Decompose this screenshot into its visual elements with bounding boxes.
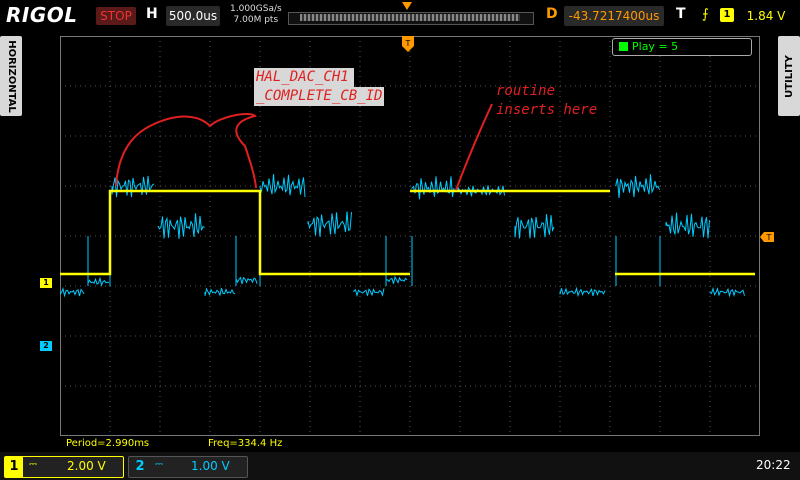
svg-text:T: T [766,233,772,242]
trigger-label: T [676,6,686,22]
rising-edge-icon: ⨍ [702,7,709,22]
ch2-status[interactable]: 2 ⎓ 1.00 V [128,456,248,478]
dc-coupling-icon: ⎓ [155,459,163,470]
utility-menu-tab[interactable]: UTILITY [778,36,800,116]
memory-depth: 7.00M pts [233,15,279,25]
annotation-callback-id: HAL_DAC_CH1 _COMPLETE_CB_ID [254,68,385,106]
acquisition-info: 1.000GSa/s 7.00M pts [230,4,282,26]
trigger-source-badge[interactable]: 1 [720,8,734,22]
ch2-trace-segment [87,276,110,287]
ch2-trace-segment [559,286,606,298]
horizontal-tab-label: HORIZONTAL [5,39,17,113]
annotation-routine-line-2: inserts here [496,102,598,118]
ch2-trace-segment [665,212,710,239]
play-label: Play = 5 [632,40,679,53]
ch2-scale: 1.00 V [191,459,230,473]
horizontal-label: H [146,6,158,22]
annotation-arrow-2 [455,103,493,191]
ch2-trace-segment [353,288,385,298]
trigger-level-marker-icon: T [760,232,774,242]
ch2-trace-segment [60,287,85,298]
annotation-line-1: HAL_DAC_CH1 [254,68,354,87]
ch2-trace-segment [615,174,660,199]
ch2-number: 2 [135,459,145,474]
ch2-trace-segment [385,275,408,284]
ch2-waveform [60,174,745,298]
trigger-position-marker-icon [402,2,412,10]
run-stop-indicator[interactable]: STOP [96,7,136,25]
trigger-time-marker-icon: T [402,36,414,52]
dc-coupling-icon: ⎓ [29,459,37,470]
annotation-arrow-1 [115,113,257,189]
utility-tab-label: UTILITY [783,54,795,98]
play-indicator-icon [619,42,628,51]
ch2-trace-segment [111,175,155,198]
annotation-routine: routine inserts here [496,82,597,120]
ch1-offset-marker[interactable]: 1 [40,278,52,288]
ch1-status[interactable]: 1 ⎓ 2.00 V [4,456,124,478]
annotation-routine-line-1: routine [496,83,556,99]
annotation-line-2: _COMPLETE_CB_ID [254,87,385,106]
ch2-trace-segment [235,276,258,285]
delay-value[interactable]: -43.7217400us [564,6,664,26]
svg-text:T: T [405,39,411,48]
graticule [60,36,760,436]
delay-label: D [546,6,558,22]
ch2-trace-segment [259,174,306,198]
timebase-value[interactable]: 500.0us [166,6,220,26]
trigger-level-value[interactable]: 1.84 V [740,6,792,26]
brand-logo: RIGOL [6,3,78,27]
period-measurement: Period=2.990ms [66,438,150,449]
ch2-trace-segment [307,211,352,237]
clock: 20:22 [756,458,791,472]
frequency-measurement: Freq=334.4 Hz [208,438,283,449]
ch2-trace-segment [514,214,555,239]
memory-waveform-preview [300,14,520,21]
ch1-scale: 2.00 V [67,459,106,473]
waveform-display[interactable] [60,36,760,436]
sample-rate: 1.000GSa/s [230,4,282,14]
playback-status: Play = 5 [612,38,752,56]
ch2-trace-segment [157,213,205,239]
ch2-trace-segment [411,176,455,200]
ch2-trace-segment [709,286,745,298]
ch1-number: 1 [5,457,23,477]
ch2-offset-marker[interactable]: 2 [40,341,52,351]
horizontal-menu-tab[interactable]: HORIZONTAL [0,36,22,116]
